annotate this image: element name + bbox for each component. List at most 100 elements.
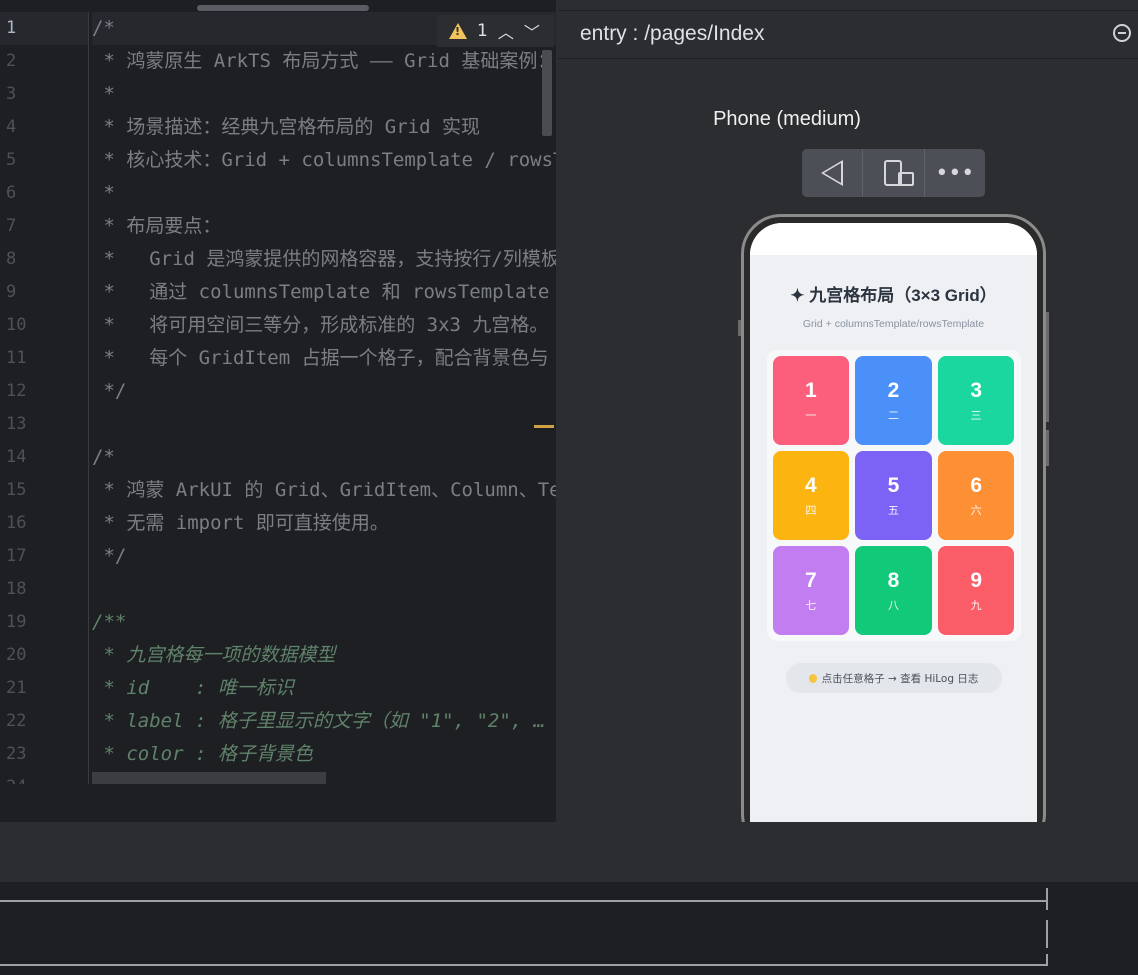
line-number: 17 (6, 546, 27, 566)
grid-cell-6[interactable]: 6六 (937, 451, 1015, 540)
panel-border (0, 900, 1048, 902)
line-number: 22 (6, 711, 27, 731)
cell-chinese-numeral: 一 (805, 408, 817, 422)
code-line[interactable]: * 布局要点： (92, 210, 556, 243)
line-number: 16 (6, 513, 27, 533)
code-line[interactable] (92, 573, 556, 606)
cell-chinese-numeral: 四 (805, 503, 817, 517)
hint-chip: 点击任意格子 → 查看 HiLog 日志 (785, 663, 1002, 693)
horizontal-scrollbar[interactable] (197, 5, 369, 11)
cell-number: 5 (887, 473, 900, 497)
cell-chinese-numeral: 五 (887, 503, 899, 517)
cell-chinese-numeral: 七 (805, 598, 817, 612)
grid-cell-8[interactable]: 8八 (855, 546, 932, 635)
code-line[interactable]: /** (92, 606, 556, 639)
device-toolbar: ••• (802, 149, 985, 197)
chevron-up-icon[interactable]: ︿ (498, 19, 514, 43)
chevron-down-icon[interactable]: ﹀ (524, 19, 540, 43)
grid-cell-4[interactable]: 4四 (772, 451, 850, 540)
code-line[interactable]: * 无需 import 即可直接使用。 (92, 507, 556, 540)
line-number: 2 (6, 51, 17, 71)
line-number: 23 (6, 744, 27, 764)
line-number: 1 (0, 12, 88, 45)
code-line[interactable]: * 核心技术：Grid + columnsTemplate / rowsTemp… (92, 144, 556, 177)
rotate-device-icon (884, 160, 915, 186)
line-number: 3 (6, 84, 17, 104)
cell-number: 2 (887, 378, 900, 402)
warning-count[interactable]: 1 (477, 21, 488, 41)
line-number: 12 (6, 381, 27, 401)
previewer-panel: entry : /pages/Index Phone (medium) ••• … (558, 0, 1138, 822)
line-number-gutter: 123456789101112131415161718192021222324 (0, 12, 88, 784)
bottom-panel (0, 882, 1138, 975)
code-line[interactable]: * 通过 columnsTemplate 和 rowsTemplate (92, 276, 556, 309)
panel-border (1046, 888, 1048, 910)
grid-cell-1[interactable]: 1一 (772, 356, 850, 445)
line-number: 7 (6, 216, 17, 236)
vertical-scrollbar-thumb[interactable] (542, 50, 552, 136)
hint-text: 点击任意格子 → 查看 HiLog 日志 (821, 672, 979, 685)
code-line[interactable]: /* (92, 441, 556, 474)
code-line[interactable]: * 场景描述：经典九宫格布局的 Grid 实现 (92, 111, 556, 144)
status-bar (750, 223, 1037, 255)
tool-window-bar (0, 822, 1138, 882)
line-number: 20 (6, 645, 27, 665)
grid-cell-7[interactable]: 7七 (772, 546, 850, 635)
code-line[interactable]: * (92, 78, 556, 111)
line-number: 15 (6, 480, 27, 500)
line-number: 11 (6, 348, 27, 368)
phone-side-button (1046, 430, 1049, 466)
code-line[interactable]: * (92, 177, 556, 210)
line-number: 5 (6, 150, 17, 170)
back-icon (821, 160, 844, 186)
rotate-button[interactable] (863, 149, 925, 197)
cell-chinese-numeral: 六 (970, 503, 982, 517)
cell-chinese-numeral: 九 (970, 598, 982, 612)
code-area[interactable]: /* * 鸿蒙原生 ArkTS 布局方式 —— Grid 基础案例： * * 场… (92, 12, 556, 784)
phone-side-button (738, 320, 741, 336)
code-line[interactable]: * id : 唯一标识 (92, 672, 556, 705)
line-number: 10 (6, 315, 27, 335)
inspection-widget[interactable]: 1 ︿ ﹀ (437, 15, 554, 47)
code-line[interactable]: * 每个 GridItem 占据一个格子，配合背景色与 (92, 342, 556, 375)
previewer-title: entry : /pages/Index (580, 22, 765, 45)
code-line[interactable]: * color : 格子背景色 (92, 738, 556, 771)
line-number: 13 (6, 414, 27, 434)
code-line[interactable] (92, 408, 556, 441)
grid-cell-3[interactable]: 3三 (937, 356, 1015, 445)
code-line[interactable]: * 鸿蒙 ArkUI 的 Grid、GridItem、Column、Text (92, 474, 556, 507)
cell-number: 4 (804, 473, 817, 497)
cell-number: 3 (970, 378, 982, 402)
cell-chinese-numeral: 二 (887, 408, 899, 422)
cell-number: 7 (804, 568, 817, 592)
grid-cell-5[interactable]: 5五 (855, 451, 932, 540)
cell-number: 6 (970, 473, 982, 497)
code-line[interactable]: * 将可用空间三等分，形成标准的 3x3 九宫格。 (92, 309, 556, 342)
cell-number: 9 (970, 568, 982, 592)
phone-screen[interactable]: ✦ 九宫格布局（3×3 Grid） Grid + columnsTemplate… (750, 223, 1037, 822)
panel-border (1046, 954, 1048, 966)
warning-icon[interactable] (449, 23, 467, 39)
zoom-out-icon[interactable] (1113, 24, 1131, 42)
more-button[interactable]: ••• (925, 149, 985, 197)
grid-cell-9[interactable]: 9九 (937, 546, 1015, 635)
code-line[interactable]: * label : 格子里显示的文字（如 "1", "2", … (92, 705, 556, 738)
line-number: 19 (6, 612, 27, 632)
code-line[interactable]: * 鸿蒙原生 ArkTS 布局方式 —— Grid 基础案例： (92, 45, 556, 78)
cell-number: 1 (804, 378, 817, 402)
code-line[interactable]: * 九宫格每一项的数据模型 (92, 639, 556, 672)
app-title: ✦ 九宫格布局（3×3 Grid） (790, 286, 997, 305)
gutter-divider (88, 12, 89, 784)
grid-cell-2[interactable]: 2二 (855, 356, 932, 445)
line-number: 4 (6, 117, 17, 137)
line-number: 14 (6, 447, 27, 467)
code-editor[interactable]: 123456789101112131415161718192021222324 … (0, 0, 556, 784)
cell-number: 8 (887, 568, 900, 592)
line-number: 9 (6, 282, 17, 302)
code-line[interactable]: * Grid 是鸿蒙提供的网格容器，支持按行/列模板 (92, 243, 556, 276)
back-button[interactable] (802, 149, 864, 197)
code-line[interactable]: */ (92, 540, 556, 573)
cell-chinese-numeral: 三 (970, 408, 982, 422)
panel-border (1046, 920, 1048, 948)
code-line[interactable]: */ (92, 375, 556, 408)
